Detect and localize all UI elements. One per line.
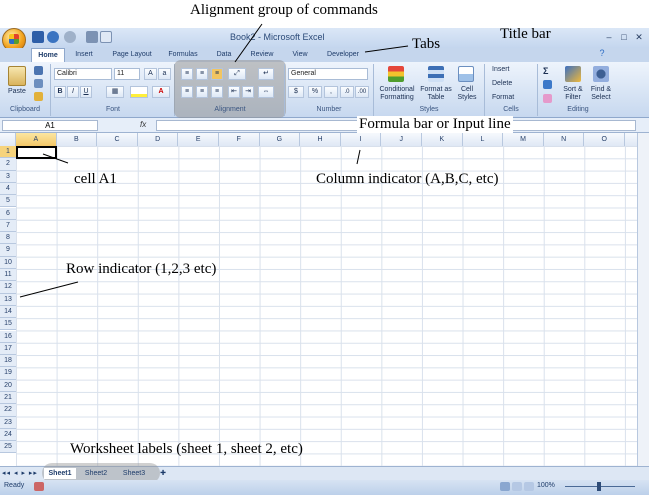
column-pointer-line bbox=[356, 149, 361, 165]
alignment-pointer-line bbox=[234, 23, 263, 63]
annotation-row-indicator: Row indicator (1,2,3 etc) bbox=[66, 261, 217, 277]
annotation-column-indicator: Column indicator (A,B,C, etc) bbox=[316, 171, 499, 187]
annotation-formula-bar: Formula bar or Input line bbox=[357, 116, 513, 133]
annotation-lines bbox=[19, 23, 409, 298]
cell-a1-pointer-line bbox=[42, 153, 69, 164]
annotation-tabs: Tabs bbox=[412, 36, 441, 52]
annotation-worksheet-labels: Worksheet labels (sheet 1, sheet 2, etc) bbox=[70, 441, 303, 457]
row-pointer-line bbox=[19, 281, 79, 298]
tabs-pointer-line bbox=[364, 45, 409, 53]
annotation-cell-a1: cell A1 bbox=[74, 171, 117, 187]
annotation-title-bar: Title bar bbox=[500, 26, 551, 42]
annotation-alignment-group: Alignment group of commands bbox=[190, 2, 378, 18]
